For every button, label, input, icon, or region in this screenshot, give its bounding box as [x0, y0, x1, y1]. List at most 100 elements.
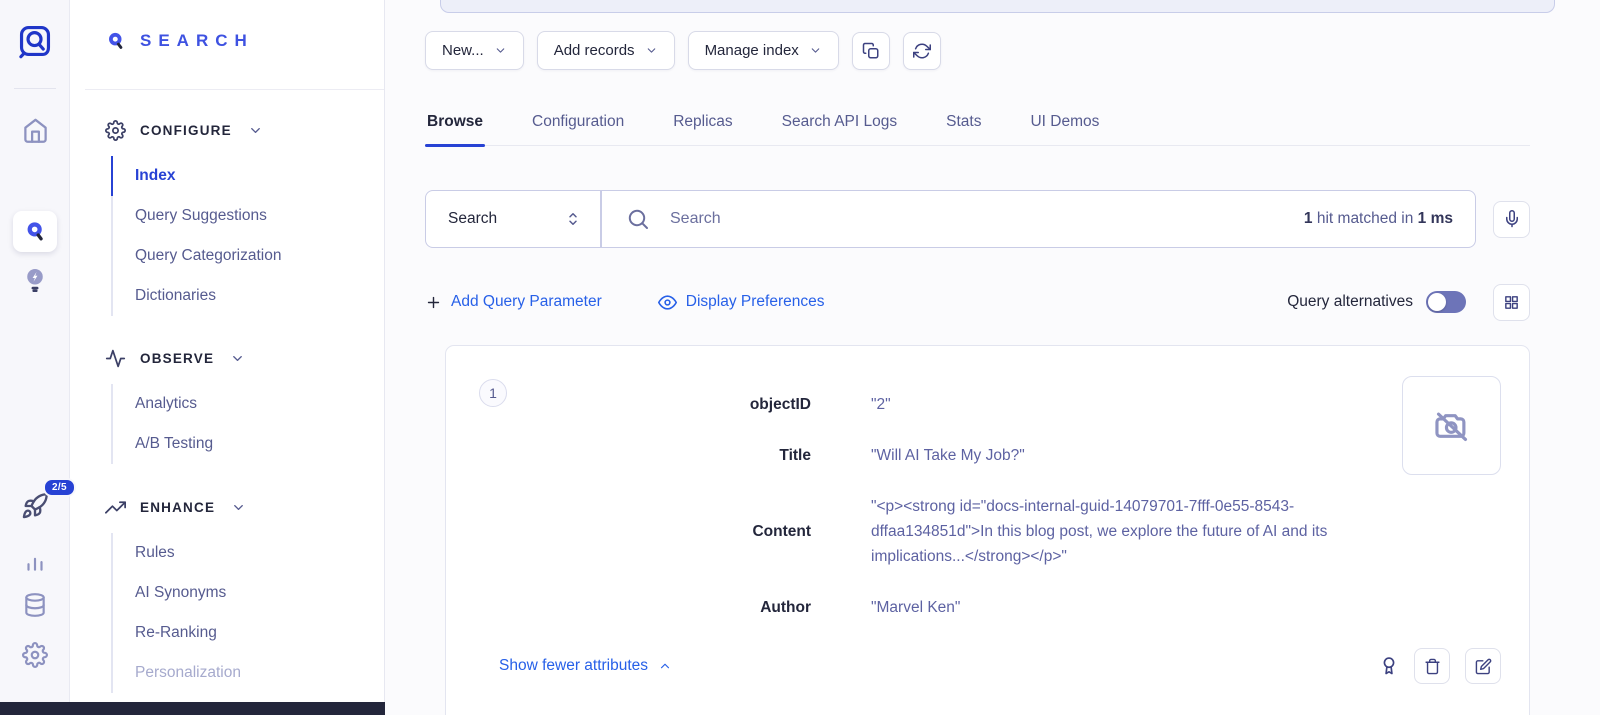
- layout-grid-button[interactable]: [1493, 284, 1530, 321]
- record-card-footer: Show fewer attributes: [499, 644, 1501, 688]
- add-query-parameter-link[interactable]: Add Query Parameter: [425, 293, 602, 311]
- search-input[interactable]: [670, 210, 1304, 228]
- tab-ui-demos[interactable]: UI Demos: [1028, 103, 1101, 145]
- field-value: "<p><strong id="docs-internal-guid-14079…: [871, 494, 1399, 569]
- copy-index-button[interactable]: [852, 32, 890, 70]
- section-label: CONFIGURE: [140, 123, 232, 138]
- add-records-dropdown-button[interactable]: Add records: [537, 31, 675, 70]
- tab-configuration[interactable]: Configuration: [530, 103, 626, 145]
- refresh-icon: [913, 42, 931, 60]
- tab-browse[interactable]: Browse: [425, 103, 485, 145]
- sidebar-item-ab-testing[interactable]: A/B Testing: [111, 424, 384, 464]
- new-dropdown-label: New...: [442, 42, 484, 59]
- field-label: Title: [481, 443, 811, 468]
- sidebar: SEARCH CONFIGURE Index Query Suggestions…: [70, 0, 385, 715]
- analytics-bars-icon[interactable]: [0, 548, 70, 574]
- manage-index-dropdown-button[interactable]: Manage index: [688, 31, 839, 70]
- record-fields: objectID "2" Title "Will AI Take My Job?…: [481, 392, 1494, 620]
- hit-count-time: 1 ms: [1418, 210, 1453, 227]
- home-icon[interactable]: [0, 117, 70, 144]
- query-options-row: Add Query Parameter Display Preferences …: [425, 284, 1530, 320]
- search-input-container: 1 hit matched in 1 ms: [601, 190, 1476, 248]
- sidebar-item-rules[interactable]: Rules: [111, 533, 384, 573]
- record-actions: [1379, 648, 1501, 684]
- chevron-down-icon: [809, 44, 822, 57]
- add-query-parameter-label: Add Query Parameter: [451, 293, 602, 311]
- hit-count-number: 1: [1304, 210, 1313, 227]
- toggle-knob: [1428, 293, 1446, 311]
- index-selector-partial[interactable]: [440, 0, 1555, 13]
- sidebar-title: SEARCH: [140, 31, 254, 51]
- settings-gear-icon[interactable]: [0, 642, 70, 668]
- database-icon[interactable]: [0, 592, 70, 618]
- voice-search-button[interactable]: [1493, 201, 1530, 238]
- search-bar: Search 1 hit matched in 1 ms: [425, 190, 1530, 248]
- sidebar-item-analytics[interactable]: Analytics: [111, 384, 384, 424]
- missing-image-placeholder: [1402, 376, 1501, 475]
- sidebar-item-query-suggestions[interactable]: Query Suggestions: [111, 196, 384, 236]
- camera-off-icon: [1433, 407, 1471, 445]
- sidebar-item-ai-synonyms[interactable]: AI Synonyms: [111, 573, 384, 613]
- chevron-down-icon: [494, 44, 507, 57]
- new-dropdown-button[interactable]: New...: [425, 31, 524, 70]
- search-mode-select[interactable]: Search: [425, 190, 601, 248]
- field-row-author: Author "Marvel Ken": [481, 595, 1494, 620]
- search-product-icon[interactable]: [13, 211, 57, 252]
- recommend-bulb-icon[interactable]: [0, 266, 70, 294]
- query-alternatives-label: Query alternatives: [1287, 293, 1413, 311]
- sidebar-item-query-categorization[interactable]: Query Categorization: [111, 236, 384, 276]
- section-label: OBSERVE: [140, 351, 214, 366]
- icon-rail: 2/5: [0, 0, 70, 715]
- sidebar-item-re-ranking[interactable]: Re-Ranking: [111, 613, 384, 653]
- tab-stats[interactable]: Stats: [944, 103, 983, 145]
- field-label: Content: [481, 519, 811, 544]
- edit-icon: [1475, 658, 1492, 675]
- highlight-award-button[interactable]: [1379, 655, 1399, 677]
- algolia-logo-icon: [16, 22, 54, 60]
- query-right-cluster: Query alternatives: [1287, 284, 1530, 321]
- chevron-down-icon: [230, 351, 245, 366]
- query-alternatives-toggle[interactable]: [1426, 291, 1466, 313]
- search-icon: [626, 207, 650, 231]
- refresh-button[interactable]: [903, 32, 941, 70]
- award-ribbon-icon: [1379, 655, 1399, 677]
- section-configure: CONFIGURE Index Query Suggestions Query …: [105, 112, 384, 316]
- search-product-mini-icon: [105, 30, 127, 52]
- section-label: ENHANCE: [140, 500, 215, 515]
- section-configure-header[interactable]: CONFIGURE: [105, 112, 384, 148]
- field-value: "Marvel Ken": [871, 595, 960, 620]
- edit-record-button[interactable]: [1465, 648, 1501, 684]
- record-card: 1 objectID "2" Title "Will AI Take My Jo…: [445, 345, 1530, 715]
- eye-icon: [658, 293, 677, 312]
- trash-icon: [1424, 658, 1441, 675]
- hit-count-text: 1 hit matched in 1 ms: [1304, 210, 1453, 228]
- chevron-down-icon: [248, 123, 263, 138]
- onboarding-rocket-icon[interactable]: 2/5: [0, 492, 70, 520]
- tab-bar: Browse Configuration Replicas Search API…: [425, 103, 1530, 146]
- search-mode-value: Search: [448, 210, 497, 228]
- show-fewer-label: Show fewer attributes: [499, 657, 648, 675]
- section-enhance-header[interactable]: ENHANCE: [105, 489, 384, 525]
- bottom-strip: [0, 702, 385, 715]
- toolbar: New... Add records Manage index: [425, 31, 941, 70]
- sidebar-item-index[interactable]: Index: [111, 156, 384, 196]
- sidebar-item-personalization[interactable]: Personalization: [111, 653, 384, 693]
- trial-progress-badge: 2/5: [43, 478, 76, 497]
- tab-replicas[interactable]: Replicas: [671, 103, 734, 145]
- display-preferences-link[interactable]: Display Preferences: [658, 293, 825, 312]
- sidebar-item-dictionaries[interactable]: Dictionaries: [111, 276, 384, 316]
- show-fewer-attributes-link[interactable]: Show fewer attributes: [499, 657, 672, 675]
- section-observe: OBSERVE Analytics A/B Testing: [105, 340, 384, 464]
- tab-search-api-logs[interactable]: Search API Logs: [780, 103, 899, 145]
- algolia-logo[interactable]: [0, 22, 70, 60]
- section-observe-header[interactable]: OBSERVE: [105, 340, 384, 376]
- chevron-down-icon: [645, 44, 658, 57]
- manage-index-label: Manage index: [705, 42, 799, 59]
- record-rank-badge: 1: [479, 379, 507, 407]
- gear-icon: [105, 120, 126, 141]
- chevron-up-icon: [658, 659, 672, 673]
- delete-record-button[interactable]: [1414, 648, 1450, 684]
- algolia-dashboard: 2/5: [0, 0, 1600, 715]
- microphone-icon: [1503, 210, 1521, 228]
- field-row-objectid: objectID "2": [481, 392, 1494, 417]
